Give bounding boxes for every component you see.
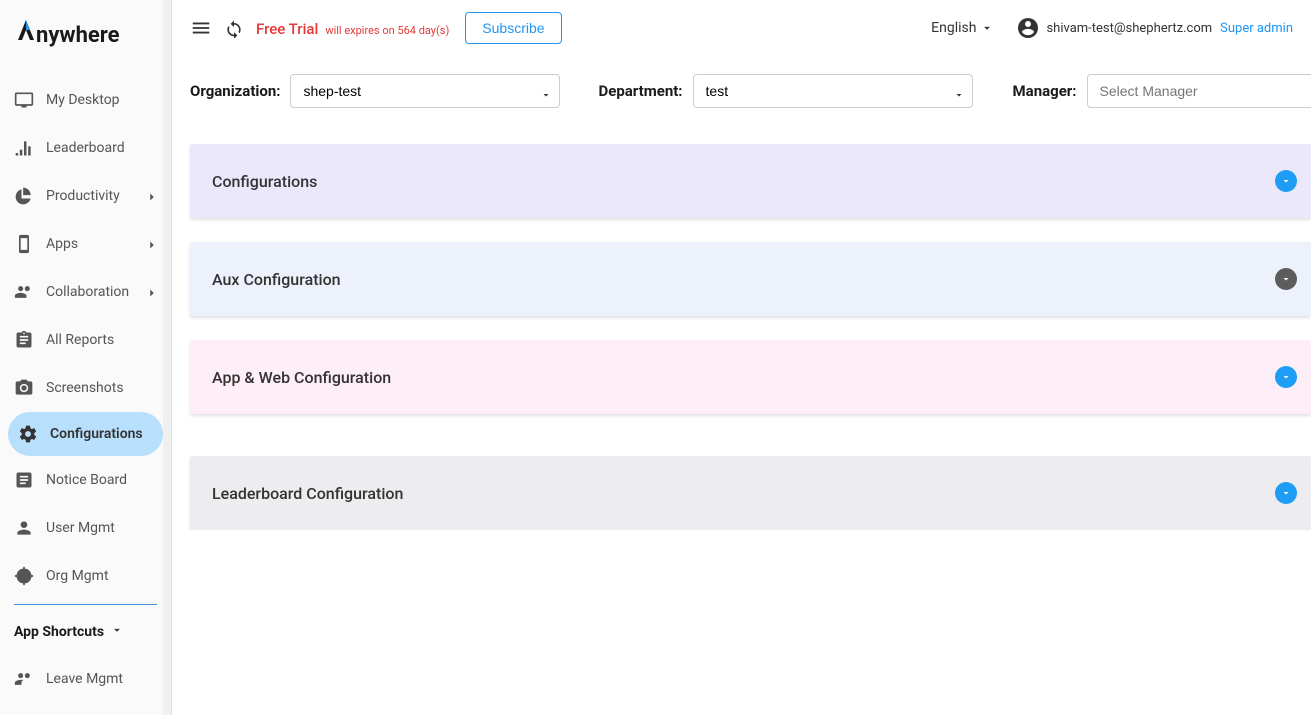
organization-label: Organization: xyxy=(190,82,280,100)
chevron-right-icon xyxy=(145,190,157,202)
sidebar-item-label: All Reports xyxy=(46,332,157,348)
panel-aux-configuration[interactable]: Aux Configuration xyxy=(190,242,1311,316)
sidebar-item-label: Org Mgmt xyxy=(46,568,157,584)
sidebar-item-label: User Mgmt xyxy=(46,520,157,536)
expand-toggle[interactable] xyxy=(1275,482,1297,504)
sidebar-item-label: Leave Mgmt xyxy=(46,671,157,687)
sidebar-item-all-reports[interactable]: All Reports xyxy=(0,316,171,364)
chevron-down-icon xyxy=(1280,487,1292,499)
desktop-icon xyxy=(14,90,34,110)
panels: Configurations Aux Configuration App & W… xyxy=(172,120,1311,530)
panel-title: Leaderboard Configuration xyxy=(212,484,403,503)
panel-title: Aux Configuration xyxy=(212,270,341,289)
sidebar-scrollbar[interactable] xyxy=(163,0,171,715)
chevron-down-icon xyxy=(1280,273,1292,285)
manager-label: Manager: xyxy=(1013,82,1077,100)
sidebar-item-screenshots[interactable]: Screenshots xyxy=(0,364,171,412)
menu-icon[interactable] xyxy=(190,17,212,39)
logo[interactable]: nywhere xyxy=(0,0,171,66)
filter-bar: Organization: shep-test Department: test… xyxy=(172,56,1311,120)
main: Free Trial will expires on 564 day(s) Su… xyxy=(172,0,1311,715)
subscribe-button[interactable]: Subscribe xyxy=(465,12,561,44)
sidebar-item-label: My Desktop xyxy=(46,92,157,108)
gear-icon xyxy=(18,424,38,444)
chevron-down-icon xyxy=(1280,175,1292,187)
leaderboard-icon xyxy=(14,138,34,158)
users-gear-icon xyxy=(14,518,34,538)
sidebar-item-notice-board[interactable]: Notice Board xyxy=(0,456,171,504)
camera-icon xyxy=(14,378,34,398)
trial-label: Free Trial xyxy=(256,20,318,38)
panel-configurations[interactable]: Configurations xyxy=(190,144,1311,218)
sidebar-item-collaboration[interactable]: Collaboration xyxy=(0,268,171,316)
sidebar-item-label: Productivity xyxy=(46,188,133,204)
nav: My Desktop Leaderboard Productivity xyxy=(0,66,171,715)
sidebar-item-leaderboard[interactable]: Leaderboard xyxy=(0,124,171,172)
panel-leaderboard-configuration[interactable]: Leaderboard Configuration xyxy=(190,456,1311,530)
notice-board-icon xyxy=(14,470,34,490)
expand-toggle[interactable] xyxy=(1275,366,1297,388)
sidebar-item-productivity[interactable]: Productivity xyxy=(0,172,171,220)
chevron-right-icon xyxy=(145,238,157,250)
sidebar-item-user-mgmt[interactable]: User Mgmt xyxy=(0,504,171,552)
shortcuts-label: App Shortcuts xyxy=(14,624,104,640)
language-label: English xyxy=(931,20,976,36)
sidebar-item-configurations[interactable]: Configurations xyxy=(8,412,163,456)
phone-icon xyxy=(14,234,34,254)
sidebar: nywhere My Desktop Leaderboard Pro xyxy=(0,0,172,715)
trial-status: Free Trial will expires on 564 day(s) xyxy=(256,19,449,38)
topbar: Free Trial will expires on 564 day(s) Su… xyxy=(172,0,1311,56)
expand-toggle[interactable] xyxy=(1275,268,1297,290)
department-label: Department: xyxy=(598,82,682,100)
clipboard-icon xyxy=(14,330,34,350)
nav-divider xyxy=(14,604,157,605)
sidebar-item-apps[interactable]: Apps xyxy=(0,220,171,268)
sidebar-item-label: Screenshots xyxy=(46,380,157,396)
sidebar-item-my-desktop[interactable]: My Desktop xyxy=(0,76,171,124)
user-block[interactable]: shivam-test@shephertz.com Super admin xyxy=(1016,16,1293,40)
chevron-down-icon xyxy=(980,21,994,35)
refresh-icon[interactable] xyxy=(224,18,244,38)
sidebar-item-org-mgmt[interactable]: Org Mgmt xyxy=(0,552,171,600)
trial-expiry: will expires on 564 day(s) xyxy=(325,24,449,37)
sidebar-item-label: Notice Board xyxy=(46,472,157,488)
sidebar-item-label: Leaderboard xyxy=(46,140,157,156)
expand-toggle[interactable] xyxy=(1275,170,1297,192)
user-email: shivam-test@shephertz.com xyxy=(1046,21,1212,36)
user-role: Super admin xyxy=(1220,21,1293,36)
leave-icon xyxy=(14,669,34,689)
chevron-down-icon xyxy=(110,623,124,641)
pie-chart-icon xyxy=(14,186,34,206)
manager-select[interactable] xyxy=(1087,74,1311,108)
panel-app-web-configuration[interactable]: App & Web Configuration xyxy=(190,340,1311,414)
chevron-right-icon xyxy=(145,286,157,298)
language-select[interactable]: English xyxy=(931,20,994,36)
collaboration-icon xyxy=(14,282,34,302)
logo-mark-icon xyxy=(14,18,38,42)
logo-text: nywhere xyxy=(36,23,120,48)
sidebar-item-label: Apps xyxy=(46,236,133,252)
panel-title: App & Web Configuration xyxy=(212,368,391,387)
user-avatar-icon xyxy=(1016,16,1040,40)
department-select[interactable]: test xyxy=(693,74,973,108)
panel-title: Configurations xyxy=(212,172,317,191)
sidebar-item-label: Collaboration xyxy=(46,284,133,300)
sidebar-item-label: Configurations xyxy=(50,426,153,442)
org-gear-icon xyxy=(14,566,34,586)
app-shortcuts-header[interactable]: App Shortcuts xyxy=(0,609,171,655)
organization-select[interactable]: shep-test xyxy=(290,74,560,108)
chevron-down-icon xyxy=(1280,371,1292,383)
sidebar-item-leave-mgmt[interactable]: Leave Mgmt xyxy=(0,655,171,703)
